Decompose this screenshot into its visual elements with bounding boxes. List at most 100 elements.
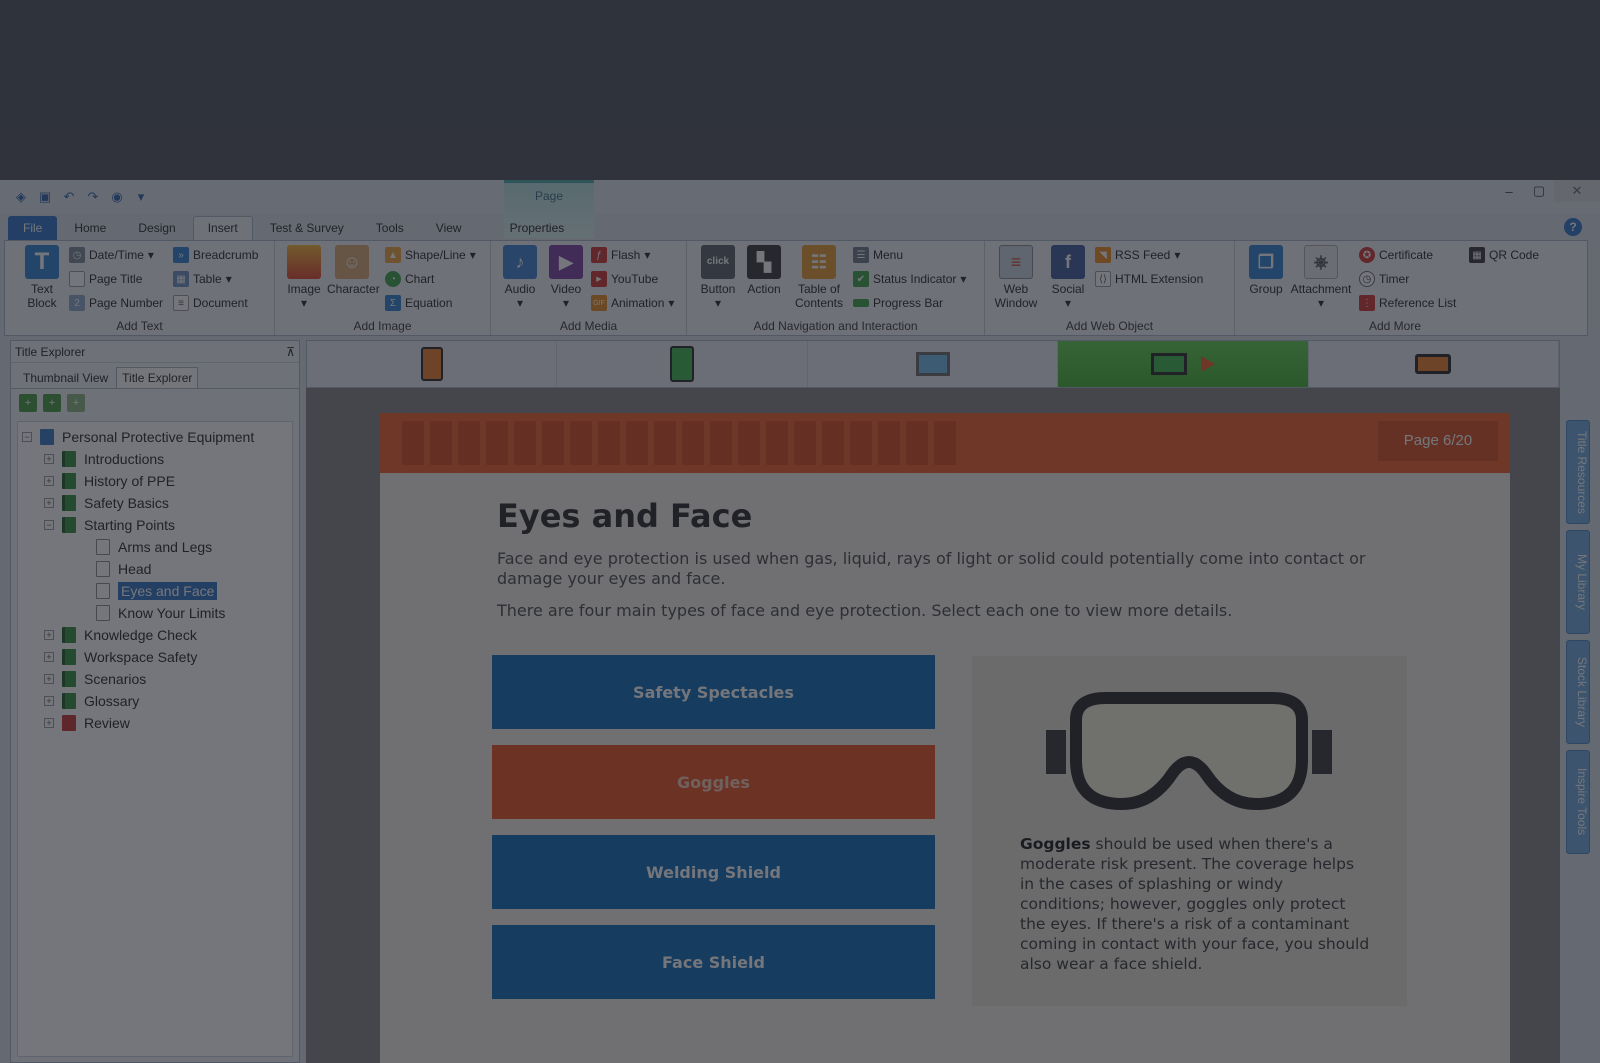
image-icon [287, 245, 321, 279]
youtube-button[interactable]: ▶ YouTube [591, 269, 658, 289]
video-button[interactable]: ▶ Video ▾ [541, 245, 591, 310]
tree-node[interactable]: − Starting Points [18, 514, 292, 536]
document-button[interactable]: ≡ Document [173, 293, 248, 313]
html-icon: ⟨⟩ [1095, 271, 1111, 287]
tree-node[interactable]: + Introductions [18, 448, 292, 470]
tab-design[interactable]: Design [123, 216, 190, 240]
expand-icon[interactable]: + [44, 652, 54, 662]
redo-icon[interactable]: ↷ [84, 188, 102, 206]
tree-node[interactable]: + Glossary [18, 690, 292, 712]
audio-button[interactable]: ♪ Audio ▾ [495, 245, 545, 310]
animation-button[interactable]: GIF Animation ▾ [591, 293, 674, 313]
tab-view[interactable]: View [421, 216, 477, 240]
rss-feed-button[interactable]: ◥ RSS Feed ▾ [1095, 245, 1180, 265]
table-button[interactable]: ▦ Table ▾ [173, 269, 232, 289]
customize-dropdown-icon[interactable]: ▾ [132, 188, 150, 206]
option-safety-spectacles[interactable]: Safety Spectacles [492, 655, 935, 729]
breadcrumb-button[interactable]: » Breadcrumb [173, 245, 258, 265]
image-button[interactable]: Image ▾ [279, 245, 329, 310]
expand-icon[interactable]: + [44, 498, 54, 508]
help-icon[interactable]: ? [1564, 218, 1582, 236]
expand-icon[interactable]: + [44, 630, 54, 640]
tab-inspire-tools[interactable]: Inspire Tools [1566, 750, 1590, 854]
maximize-button[interactable]: ▢ [1524, 180, 1554, 202]
chart-button[interactable]: ◔ Chart [385, 269, 434, 289]
tree-node[interactable]: + Workspace Safety [18, 646, 292, 668]
tab-thumbnail-view[interactable]: Thumbnail View [17, 367, 114, 388]
html-extension-button[interactable]: ⟨⟩ HTML Extension [1095, 269, 1203, 289]
expand-icon[interactable]: + [44, 696, 54, 706]
app-logo-icon[interactable]: ◈ [12, 188, 30, 206]
button-button[interactable]: click Button ▾ [693, 245, 743, 310]
publish-icon[interactable]: ◉ [108, 188, 126, 206]
action-button[interactable]: ▚ Action [739, 245, 789, 296]
tree-node[interactable]: + History of PPE [18, 470, 292, 492]
expand-icon[interactable]: + [44, 718, 54, 728]
add-section-icon[interactable]: + [43, 394, 61, 412]
tab-tools[interactable]: Tools [361, 216, 419, 240]
text-block-button[interactable]: T Text Block [17, 245, 67, 310]
pin-icon[interactable]: ⊼ [286, 345, 295, 359]
flash-button[interactable]: ƒ Flash ▾ [591, 245, 650, 265]
tab-insert[interactable]: Insert [192, 216, 253, 240]
tree-node[interactable]: Know Your Limits [18, 602, 292, 624]
add-page-icon[interactable]: + [67, 394, 85, 412]
tab-file[interactable]: File [8, 216, 58, 240]
option-goggles[interactable]: Goggles [492, 745, 935, 819]
expand-icon[interactable]: + [44, 454, 54, 464]
reference-list-button[interactable]: ⋮ Reference List [1359, 293, 1456, 313]
tab-my-library[interactable]: My Library [1566, 530, 1590, 634]
detail-text: Goggles should be used when there's a mo… [1020, 835, 1370, 973]
qr-code-button[interactable]: ▦ QR Code [1469, 245, 1539, 265]
attachment-button[interactable]: ⎈ Attachment ▾ [1289, 245, 1353, 310]
chart-icon: ◔ [385, 271, 401, 287]
device-phone-portrait[interactable] [307, 341, 558, 387]
status-indicator-button[interactable]: ✔ Status Indicator ▾ [853, 269, 966, 289]
social-button[interactable]: f Social ▾ [1043, 245, 1093, 310]
undo-icon[interactable]: ↶ [60, 188, 78, 206]
tree-node[interactable]: Head [18, 558, 292, 580]
tab-home[interactable]: Home [59, 216, 121, 240]
character-button[interactable]: ☺ Character [327, 245, 380, 296]
tree-node[interactable]: Arms and Legs [18, 536, 292, 558]
tab-title-resources[interactable]: Title Resources [1566, 420, 1590, 524]
tab-properties[interactable]: Properties [495, 216, 580, 240]
close-button[interactable]: ✕ [1554, 180, 1600, 202]
tree-node[interactable]: + Safety Basics [18, 492, 292, 514]
tree-node[interactable]: + Review [18, 712, 292, 734]
web-window-button[interactable]: ≡ Web Window [991, 245, 1041, 310]
timer-button[interactable]: ◷ Timer [1359, 269, 1409, 289]
expand-icon[interactable]: + [44, 476, 54, 486]
click-button-icon: click [701, 245, 735, 279]
progress-bar-button[interactable]: Progress Bar [853, 293, 943, 313]
tab-title-explorer[interactable]: Title Explorer [116, 367, 199, 388]
certificate-button[interactable]: ✪ Certificate [1359, 245, 1433, 265]
page-number-button[interactable]: 2 Page Number [69, 293, 163, 313]
tree-node[interactable]: + Scenarios [18, 668, 292, 690]
add-chapter-icon[interactable]: + [19, 394, 37, 412]
equation-button[interactable]: Σ Equation [385, 293, 452, 313]
tree-node[interactable]: + Knowledge Check [18, 624, 292, 646]
device-desktop[interactable] [808, 341, 1059, 387]
option-welding-shield[interactable]: Welding Shield [492, 835, 935, 909]
window-controls: – ▢ ✕ [1494, 180, 1600, 202]
tab-stock-library[interactable]: Stock Library [1566, 640, 1590, 744]
option-face-shield[interactable]: Face Shield [492, 925, 935, 999]
page-title-button[interactable]: Page Title [69, 269, 142, 289]
minimize-button[interactable]: – [1494, 180, 1524, 202]
device-phone-landscape[interactable] [1309, 341, 1560, 387]
tree-node[interactable]: Eyes and Face [18, 580, 292, 602]
group-button[interactable]: ❐ Group [1241, 245, 1291, 296]
collapse-icon[interactable]: − [44, 520, 54, 530]
save-icon[interactable]: ▣ [36, 188, 54, 206]
shape-line-button[interactable]: ▲ Shape/Line ▾ [385, 245, 476, 265]
expand-icon[interactable]: + [44, 674, 54, 684]
tree-node[interactable]: − Personal Protective Equipment [18, 426, 292, 448]
device-tablet-portrait[interactable] [557, 341, 808, 387]
date-time-button[interactable]: ◷ Date/Time ▾ [69, 245, 154, 265]
device-tablet-landscape[interactable] [1058, 341, 1309, 387]
collapse-icon[interactable]: − [22, 432, 32, 442]
tab-test-survey[interactable]: Test & Survey [255, 216, 359, 240]
menu-button[interactable]: ☰ Menu [853, 245, 903, 265]
toc-button[interactable]: ☷ Table of Contents [789, 245, 849, 310]
